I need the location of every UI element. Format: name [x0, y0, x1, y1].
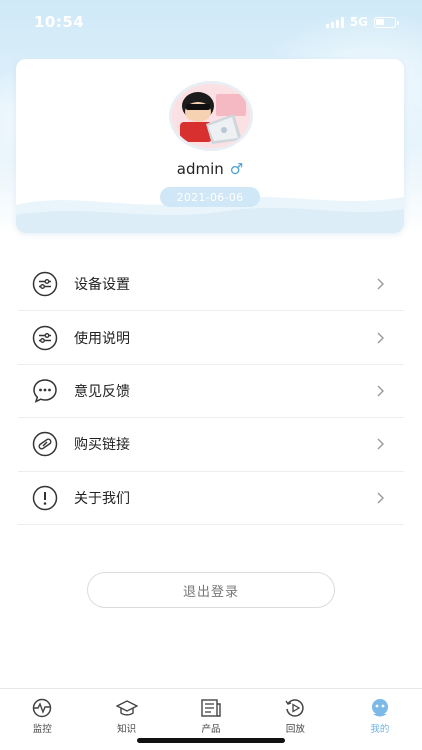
tab-label: 我的: [370, 724, 390, 735]
status-bar: 10:54 5G: [0, 0, 422, 44]
avatar[interactable]: [169, 81, 253, 151]
chevron-right-icon: [377, 278, 384, 290]
menu-item-label: 意见反馈: [74, 383, 130, 400]
logout-button[interactable]: 退出登录: [87, 572, 335, 608]
home-indicator: [137, 738, 285, 743]
menu-item-about-us[interactable]: 关于我们: [18, 472, 404, 525]
info-icon: [32, 485, 58, 511]
menu-item-instructions[interactable]: 使用说明: [18, 311, 404, 365]
menu-item-label: 购买链接: [74, 437, 130, 454]
tab-label: 产品: [201, 724, 221, 735]
replay-icon: [285, 699, 305, 717]
settings-menu: 设备设置 使用说明 意见反馈 购买链接 关于我们: [18, 258, 404, 525]
chevron-right-icon: [377, 332, 384, 344]
chevron-right-icon: [377, 385, 384, 397]
sliders-icon: [32, 325, 58, 351]
chevron-right-icon: [377, 492, 384, 504]
menu-item-label: 设备设置: [74, 277, 130, 294]
username: admin: [176, 160, 224, 178]
tab-label: 监控: [32, 724, 52, 735]
date-badge: 2021-06-06: [160, 187, 260, 207]
link-icon: [32, 431, 58, 457]
newspaper-icon: [201, 699, 221, 717]
battery-icon: [374, 16, 399, 28]
menu-item-purchase-link[interactable]: 购买链接: [18, 418, 404, 472]
user-face-icon: [371, 699, 388, 717]
chevron-right-icon: [377, 438, 384, 450]
network-type: 5G: [349, 15, 368, 29]
graduation-cap-icon: [115, 700, 138, 716]
chat-bubble-icon: [32, 378, 58, 404]
profile-card: admin ♂ 2021-06-06: [16, 59, 404, 233]
sliders-icon: [32, 271, 58, 297]
menu-item-device-settings[interactable]: 设备设置: [18, 258, 404, 312]
tab-label: 知识: [117, 724, 137, 735]
tab-monitor[interactable]: 监控: [0, 689, 84, 750]
status-time: 10:54: [34, 13, 85, 31]
menu-item-label: 使用说明: [74, 330, 130, 347]
tab-mine[interactable]: 我的: [338, 689, 422, 750]
tab-label: 回放: [285, 724, 305, 735]
menu-item-label: 关于我们: [74, 490, 130, 507]
signal-icon: [325, 16, 344, 28]
male-gender-icon: ♂: [229, 160, 244, 178]
monitor-wave-icon: [32, 698, 52, 718]
menu-item-feedback[interactable]: 意见反馈: [18, 365, 404, 419]
